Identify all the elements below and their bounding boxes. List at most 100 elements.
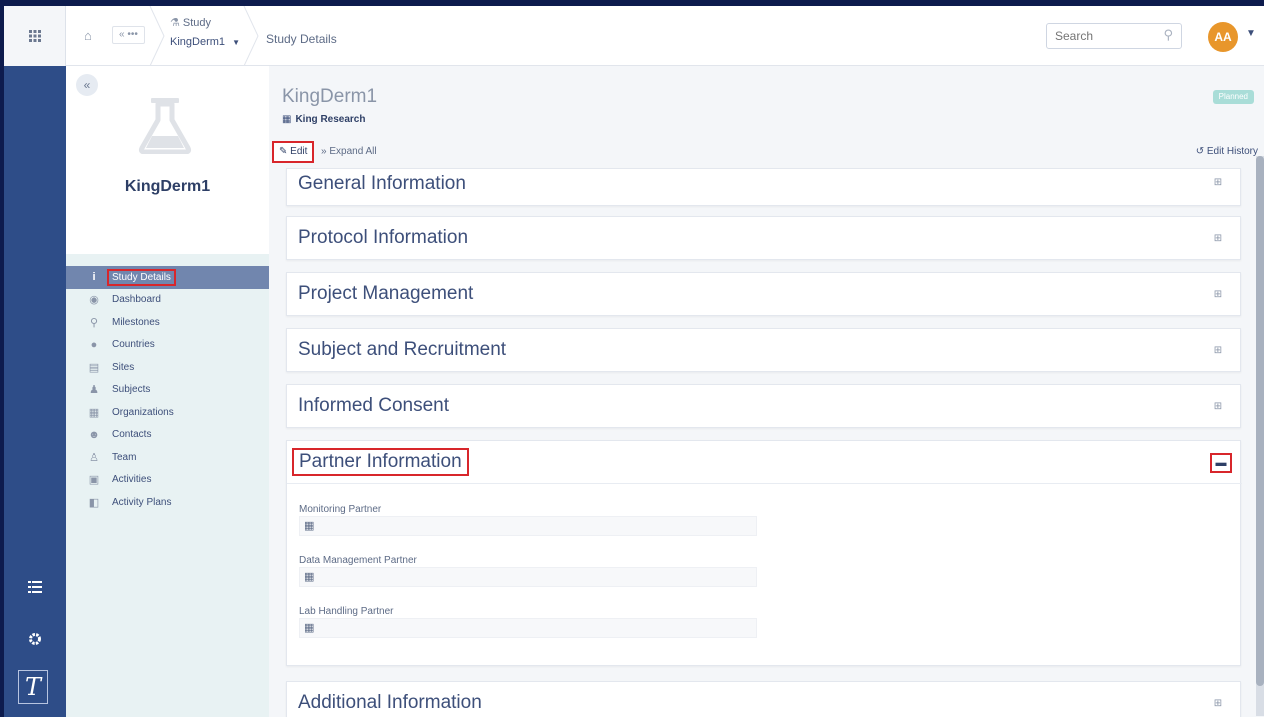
edit-button[interactable]: ✎ Edit [272, 141, 315, 163]
building-icon: ▦ [282, 114, 292, 125]
page-title: KingDerm1 [282, 86, 378, 107]
expand-section-icon[interactable]: ⊞ [1212, 401, 1224, 413]
sidebar-item-subjects[interactable]: ♟ Subjects [66, 379, 269, 402]
expand-section-icon[interactable]: ⊞ [1212, 289, 1224, 301]
double-chevron-down-icon: » [321, 146, 327, 157]
collapse-section-icon[interactable]: ▬ [1210, 453, 1232, 473]
building-icon: ▦ [304, 622, 315, 634]
expand-section-icon[interactable]: ⊞ [1212, 233, 1224, 245]
left-rail: T [4, 6, 66, 717]
organization-name: King Research [295, 114, 366, 125]
sidebar-item-countries[interactable]: ● Countries [66, 334, 269, 357]
section-title[interactable]: Partner Information [292, 448, 469, 476]
partner-field-value[interactable]: ▦ [299, 618, 757, 638]
expand-section-icon[interactable]: ⊞ [1212, 345, 1224, 357]
pencil-icon: ✎ [279, 146, 288, 157]
study-nav-panel: « KingDerm1 i Study Details ◉ Dashboard ⚲ Mil… [66, 66, 269, 717]
section-title[interactable]: Additional Information [298, 692, 482, 714]
field-label: Monitoring Partner [299, 504, 382, 515]
sidebar-item-label: Contacts [112, 429, 152, 441]
section-title[interactable]: Subject and Recruitment [298, 339, 506, 361]
flask-icon [138, 98, 192, 154]
status-badge: Planned [1212, 90, 1254, 104]
section-card: Protocol Information ⊞ [286, 216, 1241, 260]
nav-icon: ▦ [88, 406, 100, 419]
nav-icon: ♟ [89, 384, 99, 397]
sidebar-item-sites[interactable]: ▤ Sites [66, 356, 269, 379]
section-title[interactable]: General Information [298, 173, 466, 195]
nav-icon: ● [90, 338, 98, 351]
sidebar-item-dashboard[interactable]: ◉ Dashboard [66, 289, 269, 312]
expand-section-icon[interactable]: ⊞ [1212, 698, 1224, 710]
sidebar-item-label: Activity Plans [112, 496, 172, 508]
nav-icon: i [92, 271, 96, 284]
nav-icon: ▣ [88, 474, 100, 487]
brand-logo[interactable]: T [18, 670, 48, 704]
section-card: Informed Consent ⊞ [286, 384, 1241, 428]
sidebar-item-label: Study Details [107, 268, 176, 286]
section-card: General Information ⊞ [286, 168, 1241, 206]
top-bar: ⌂ « ••• ⚗ Study KingDerm1 ▼ Study Details… [66, 6, 1264, 66]
section-card: Project Management ⊞ [286, 272, 1241, 316]
search-input[interactable] [1047, 24, 1147, 48]
breadcrumb-separator [149, 6, 165, 66]
sidebar-item-study-details[interactable]: i Study Details [66, 266, 269, 289]
field-label: Data Management Partner [299, 555, 417, 566]
sidebar-item-activity-plans[interactable]: ◧ Activity Plans [66, 491, 269, 514]
nav-icon: ◧ [88, 496, 100, 509]
sidebar-item-contacts[interactable]: ☻ Contacts [66, 424, 269, 447]
sidebar-item-team[interactable]: ♙ Team [66, 446, 269, 469]
breadcrumb-current-page: Study Details [266, 32, 337, 46]
sidebar-item-organizations[interactable]: ▦ Organizations [66, 401, 269, 424]
nav-icon: ☻ [88, 428, 100, 441]
breadcrumb-study-dropdown[interactable]: KingDerm1 ▼ [170, 36, 240, 48]
history-icon: ↺ [1195, 146, 1205, 157]
section-title[interactable]: Informed Consent [298, 395, 449, 417]
chevron-down-icon: ▼ [232, 38, 241, 47]
breadcrumb-more-button[interactable]: « ••• [112, 26, 145, 44]
chevron-down-icon[interactable]: ▼ [1246, 28, 1256, 39]
nav-icon: ▤ [88, 361, 100, 374]
organization-link[interactable]: ▦ King Research [282, 114, 365, 125]
sidebar-item-label: Countries [112, 339, 155, 351]
field-label: Lab Handling Partner [299, 606, 394, 617]
partner-field-value[interactable]: ▦ [299, 516, 757, 536]
sidebar-item-label: Subjects [112, 384, 151, 396]
scrollbar-thumb[interactable] [1256, 156, 1264, 686]
flask-icon: ⚗ [170, 17, 180, 29]
list-icon[interactable] [4, 580, 66, 598]
breadcrumb-study-name: KingDerm1 [170, 36, 226, 48]
collapse-panel-button[interactable]: « [76, 74, 98, 96]
section-title[interactable]: Protocol Information [298, 227, 468, 249]
breadcrumb-study-label: Study [182, 17, 212, 29]
sidebar-item-label: Organizations [112, 406, 174, 418]
avatar[interactable]: AA [1208, 22, 1238, 52]
home-icon[interactable]: ⌂ [84, 28, 92, 43]
nav-icon: ⚲ [89, 316, 99, 329]
building-icon: ▦ [304, 520, 315, 532]
apps-grid-icon[interactable] [4, 6, 66, 66]
search-icon[interactable]: ⚲ [1163, 27, 1173, 43]
section-card: Partner Information ▬ Monitoring Partner ▦ D… [286, 440, 1242, 667]
edit-history-label: Edit History [1206, 146, 1258, 157]
sidebar-item-activities[interactable]: ▣ Activities [66, 469, 269, 492]
expand-section-icon[interactable]: ⊞ [1212, 177, 1224, 189]
main-content: KingDerm1 ▦ King Research Planned ✎ Edit … [269, 66, 1264, 717]
sidebar-item-label: Team [112, 451, 137, 463]
expand-all-button[interactable]: » Expand All [321, 146, 377, 157]
breadcrumb-study[interactable]: ⚗ Study [170, 16, 211, 29]
app-frame: T ⌂ « ••• ⚗ Study KingDerm1 ▼ Study Detai… [0, 6, 1264, 717]
sidebar-item-label: Activities [112, 474, 152, 486]
section-title[interactable]: Project Management [298, 283, 473, 305]
edit-history-button[interactable]: ↺ Edit History [1196, 146, 1258, 157]
sidebar-item-label: Sites [112, 361, 135, 373]
building-icon: ▦ [304, 571, 315, 583]
study-title: KingDerm1 [124, 178, 211, 195]
sidebar-item-label: Dashboard [112, 294, 161, 306]
sidebar-item-milestones[interactable]: ⚲ Milestones [66, 311, 269, 334]
partner-field-value[interactable]: ▦ [299, 567, 757, 587]
section-body: Monitoring Partner ▦ Data Management Partn… [287, 483, 1242, 667]
edit-label: Edit [290, 146, 308, 157]
section-card: Subject and Recruitment ⊞ [286, 328, 1241, 372]
gear-icon[interactable] [4, 632, 66, 651]
